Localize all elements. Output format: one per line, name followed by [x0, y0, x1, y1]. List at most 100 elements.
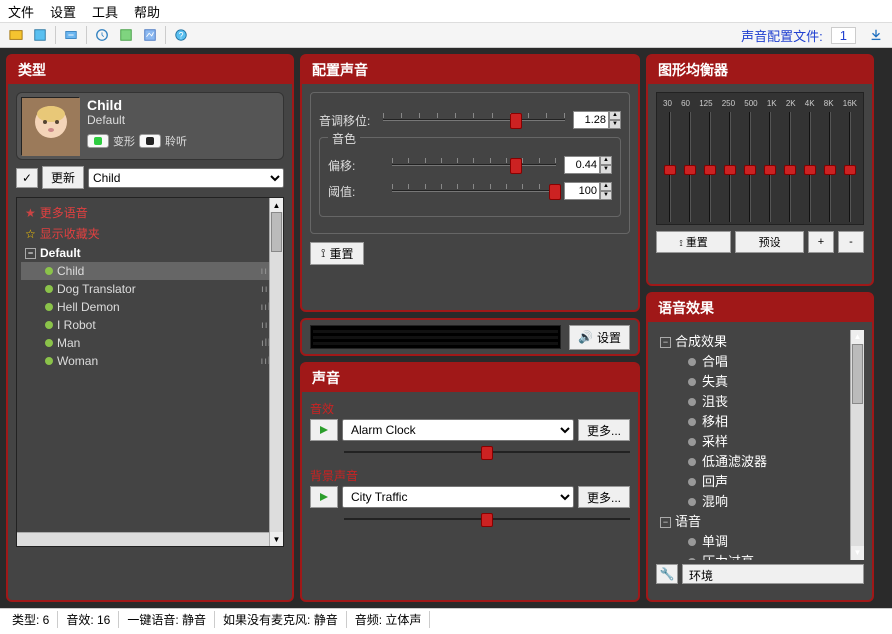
eq-band-500[interactable] — [743, 112, 757, 222]
tree-scrollbar-horizontal[interactable] — [17, 532, 269, 546]
panel-title-fx: 语音效果 — [648, 294, 872, 322]
sound-settings-button[interactable]: 🔊设置 — [569, 325, 630, 350]
fx-item[interactable]: 沮丧 — [656, 392, 864, 412]
eq-band-1k[interactable] — [763, 112, 777, 222]
profile-menu-icon[interactable] — [865, 25, 887, 45]
fx-item[interactable]: 移相 — [656, 412, 864, 432]
fx-folder-voice[interactable]: −语音 — [656, 512, 864, 532]
profile-label: 声音配置文件: — [741, 26, 823, 45]
status-effects: 音效: 16 — [58, 611, 119, 628]
morph-button[interactable] — [87, 134, 109, 148]
config-reset-button[interactable]: ⟟重置 — [310, 242, 364, 265]
offset-spin-down[interactable]: ▼ — [600, 165, 612, 174]
update-check[interactable]: ✓ — [16, 168, 38, 188]
fx-item[interactable]: 低通滤波器 — [656, 452, 864, 472]
bg-volume-slider[interactable] — [344, 512, 630, 526]
fx-item[interactable]: 混响 — [656, 492, 864, 512]
level-meter — [310, 325, 561, 349]
fx-folder-synth[interactable]: −合成效果 — [656, 332, 864, 352]
toolbar-btn-1[interactable] — [5, 25, 27, 45]
eq-minus-button[interactable]: - — [838, 231, 864, 253]
voice-tree: ★更多语音 ☆显示收藏夹 −Default Childıııl Dog Tran… — [16, 197, 284, 547]
fx-scrollbar[interactable]: ▲▼ — [850, 330, 864, 560]
tree-item[interactable]: Manıllı — [21, 334, 279, 352]
svg-text:?: ? — [179, 31, 184, 41]
offset-slider[interactable] — [392, 156, 556, 174]
voice-select[interactable]: Child — [88, 168, 284, 188]
threshold-spin-up[interactable]: ▲ — [600, 182, 612, 191]
listen-button[interactable] — [139, 134, 161, 148]
menu-settings[interactable]: 设置 — [50, 2, 76, 21]
status-onekey: 一键语音: 静音 — [119, 611, 215, 628]
fx-item[interactable]: 压力过高 — [656, 552, 864, 560]
eq-preset-button[interactable]: 预设 — [735, 231, 804, 253]
timbre-legend: 音色 — [328, 130, 360, 147]
show-favorites-link[interactable]: ☆显示收藏夹 — [21, 223, 279, 244]
sfx-volume-slider[interactable] — [344, 445, 630, 459]
bg-play-button[interactable] — [310, 486, 338, 508]
toolbar-btn-clock[interactable] — [91, 25, 113, 45]
profile-number[interactable]: 1 — [831, 27, 856, 44]
status-types: 类型: 6 — [4, 611, 58, 628]
env-select[interactable]: 环境 — [682, 564, 864, 584]
menu-tools[interactable]: 工具 — [92, 2, 118, 21]
listen-label: 聆听 — [165, 133, 187, 149]
eq-plus-button[interactable]: + — [808, 231, 834, 253]
eq-band-30[interactable] — [663, 112, 677, 222]
status-nomic: 如果没有麦克风: 静音 — [215, 611, 347, 628]
toolbar-btn-3[interactable] — [60, 25, 82, 45]
tree-scrollbar-vertical[interactable]: ▲▼ — [269, 198, 283, 546]
wrench-icon: 🔧 — [660, 567, 675, 581]
tree-item-child[interactable]: Childıııl — [21, 262, 279, 280]
speaker-icon: 🔊 — [578, 330, 593, 344]
panel-equalizer: 图形均衡器 30601252505001K2K4K8K16K — [646, 54, 874, 286]
sfx-play-button[interactable] — [310, 419, 338, 441]
eq-band-16k[interactable] — [843, 112, 857, 222]
panel-voice-fx: 语音效果 −合成效果 合唱 失真 沮丧 移相 采样 低通滤波器 回声 混响 −语… — [646, 292, 874, 602]
eq-band-125[interactable] — [703, 112, 717, 222]
bg-select[interactable]: City Traffic — [342, 486, 574, 508]
morph-label: 变形 — [113, 133, 135, 149]
menu-file[interactable]: 文件 — [8, 2, 34, 21]
threshold-label: 阈值: — [328, 183, 384, 200]
eq-band-4k[interactable] — [803, 112, 817, 222]
eq-band-60[interactable] — [683, 112, 697, 222]
tree-item[interactable]: Dog Translatorııll — [21, 280, 279, 298]
sfx-more-button[interactable]: 更多... — [578, 419, 630, 441]
tree-item[interactable]: I Robotııll — [21, 316, 279, 334]
eq-sliders — [661, 112, 859, 222]
fx-item[interactable]: 合唱 — [656, 352, 864, 372]
pitch-spin-down[interactable]: ▼ — [609, 120, 621, 129]
fx-item[interactable]: 失真 — [656, 372, 864, 392]
fx-item[interactable]: 单调 — [656, 532, 864, 552]
pitch-slider[interactable] — [383, 111, 565, 129]
eq-freq-labels: 30601252505001K2K4K8K16K — [661, 99, 859, 112]
eq-band-2k[interactable] — [783, 112, 797, 222]
pitch-spin-up[interactable]: ▲ — [609, 111, 621, 120]
pitch-value[interactable] — [573, 111, 609, 129]
threshold-spin-down[interactable]: ▼ — [600, 191, 612, 200]
fx-item[interactable]: 回声 — [656, 472, 864, 492]
sound-level-bar: 🔊设置 — [300, 318, 640, 356]
threshold-value[interactable] — [564, 182, 600, 200]
threshold-slider[interactable] — [392, 182, 556, 200]
fx-item[interactable]: 采样 — [656, 432, 864, 452]
bg-more-button[interactable]: 更多... — [578, 486, 630, 508]
toolbar-btn-6[interactable] — [139, 25, 161, 45]
sfx-select[interactable]: Alarm Clock — [342, 419, 574, 441]
eq-band-8k[interactable] — [823, 112, 837, 222]
folder-default[interactable]: −Default — [21, 244, 279, 262]
eq-band-250[interactable] — [723, 112, 737, 222]
env-config-button[interactable]: 🔧 — [656, 564, 678, 584]
toolbar-btn-help[interactable]: ? — [170, 25, 192, 45]
toolbar-btn-2[interactable] — [29, 25, 51, 45]
workspace: 类型 Child Default 变形 聆听 — [0, 48, 892, 608]
menu-help[interactable]: 帮助 — [134, 2, 160, 21]
eq-reset-button[interactable]: ⟟ 重置 — [656, 231, 731, 253]
tree-item[interactable]: Womanıılı — [21, 352, 279, 370]
tree-item[interactable]: Hell Demonıılı — [21, 298, 279, 316]
toolbar-btn-5[interactable] — [115, 25, 137, 45]
offset-value[interactable] — [564, 156, 600, 174]
more-voices-link[interactable]: ★更多语音 — [21, 202, 279, 223]
offset-spin-up[interactable]: ▲ — [600, 156, 612, 165]
